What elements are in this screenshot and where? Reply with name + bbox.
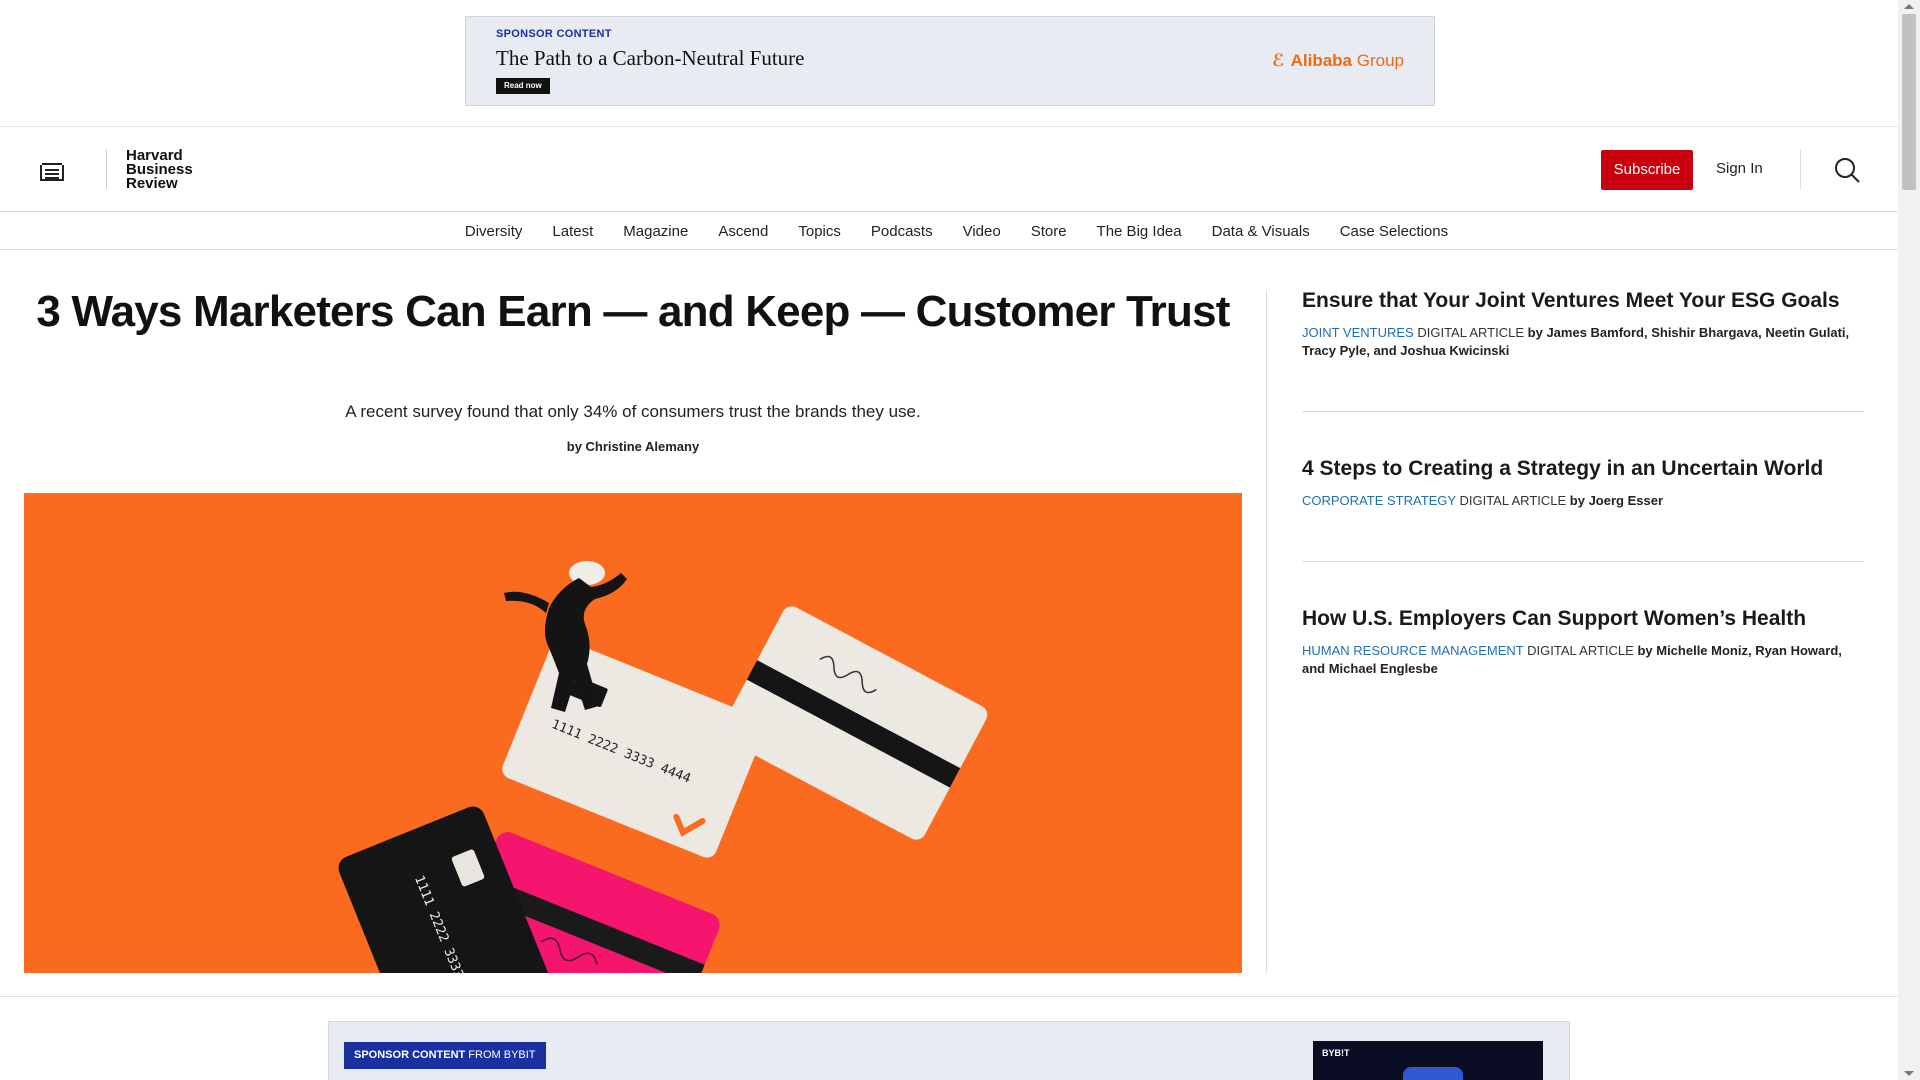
ad2-image[interactable]: BYB!T — [1313, 1041, 1543, 1080]
column-divider — [1266, 290, 1267, 973]
top-ad[interactable]: SPONSOR CONTENT The Path to a Carbon-Neu… — [465, 16, 1435, 106]
sidebar-divider — [1302, 411, 1864, 412]
ad2-graphic — [1403, 1067, 1463, 1080]
topic-tag[interactable]: Human Resource Management — [1302, 643, 1524, 658]
menu-icon-line — [45, 169, 59, 171]
topic-tag[interactable]: Corporate Strategy — [1302, 493, 1456, 508]
top-ad-band: SPONSOR CONTENT The Path to a Carbon-Neu… — [0, 0, 1898, 126]
menu-button[interactable] — [40, 163, 64, 183]
menu-icon-line — [45, 177, 59, 179]
search-icon — [1835, 158, 1860, 183]
alibaba-swoosh-icon: ℰ — [1272, 51, 1285, 70]
bottom-ad[interactable]: SPONSOR CONTENT FROM BYBIT BYB!T — [328, 1021, 1570, 1080]
related-article: How U.S. Employers Can Support Women’s H… — [1302, 606, 1864, 678]
ad-brand-logo[interactable]: ℰ Alibaba Group — [1272, 51, 1404, 71]
nav-item-podcasts[interactable]: Podcasts — [871, 223, 933, 240]
ad-headline[interactable]: The Path to a Carbon-Neutral Future — [496, 46, 805, 71]
related-article-title[interactable]: How U.S. Employers Can Support Women’s H… — [1302, 606, 1864, 632]
ad-read-now-button[interactable]: Read now — [496, 78, 550, 94]
primary-nav: Diversity Latest Magazine Ascend Topics … — [0, 211, 1898, 250]
related-article-meta: Human Resource Management Digital Articl… — [1302, 642, 1864, 678]
scroll-up-icon[interactable] — [1904, 4, 1914, 9]
related-article-meta: Corporate Strategy Digital Article by Jo… — [1302, 492, 1864, 510]
ad-brand-name: Alibaba — [1290, 51, 1353, 70]
ad2-label-suffix: FROM BYBIT — [468, 1049, 536, 1061]
ad2-brand-text: BYB!T — [1322, 1048, 1350, 1058]
nav-item-case-selections[interactable]: Case Selections — [1340, 223, 1448, 240]
related-article-title[interactable]: 4 Steps to Creating a Strategy in an Unc… — [1302, 456, 1864, 482]
nav-item-topics[interactable]: Topics — [798, 223, 841, 240]
hbr-logo[interactable]: Harvard Business Review — [126, 148, 206, 192]
nav-item-big-idea[interactable]: The Big Idea — [1097, 223, 1182, 240]
sign-in-link[interactable]: Sign In — [1716, 160, 1763, 177]
header-divider — [1800, 149, 1801, 189]
nav-item-data-visuals[interactable]: Data & Visuals — [1212, 223, 1310, 240]
search-button[interactable] — [1834, 157, 1860, 183]
nav-item-magazine[interactable]: Magazine — [623, 223, 688, 240]
scrollbar-thumb[interactable] — [1902, 14, 1916, 190]
related-article: 4 Steps to Creating a Strategy in an Unc… — [1302, 456, 1864, 510]
article-title[interactable]: 3 Ways Marketers Can Earn — and Keep — C… — [24, 288, 1242, 336]
white-card-front: 1111 2222 3333 4444 — [502, 638, 766, 858]
related-byline: by Joerg Esser — [1569, 493, 1664, 508]
ad2-label-text: SPONSOR CONTENT — [354, 1049, 466, 1061]
ad2-sponsor-label: SPONSOR CONTENT FROM BYBIT — [344, 1042, 546, 1069]
article-dek: A recent survey found that only 34% of c… — [345, 402, 921, 421]
nav-item-store[interactable]: Store — [1031, 223, 1067, 240]
article-type: Digital Article — [1527, 643, 1634, 658]
logo-divider — [106, 149, 107, 189]
article-byline[interactable]: by Christine Alemany — [24, 439, 1242, 454]
related-article-title[interactable]: Ensure that Your Joint Ventures Meet You… — [1302, 288, 1864, 314]
white-card-back — [720, 606, 988, 840]
nav-item-video[interactable]: Video — [963, 223, 1001, 240]
section-divider — [0, 996, 1898, 997]
related-article: Ensure that Your Joint Ventures Meet You… — [1302, 288, 1864, 360]
subscribe-button[interactable]: Subscribe — [1601, 150, 1693, 190]
related-article-meta: Joint Ventures Digital Article by James … — [1302, 324, 1864, 360]
sidebar-divider — [1302, 561, 1864, 562]
nav-item-latest[interactable]: Latest — [552, 223, 593, 240]
article-type: Digital Article — [1417, 325, 1525, 340]
logo-line: Review — [126, 175, 178, 192]
hero-image[interactable]: 1111 2222 3333 1111 2222 3333 4444 — [24, 493, 1242, 973]
nav-item-diversity[interactable]: Diversity — [465, 223, 523, 240]
nav-list: Diversity Latest Magazine Ascend Topics … — [0, 212, 1898, 250]
article-type: Digital Article — [1459, 493, 1567, 508]
credit-cards-illustration: 1111 2222 3333 1111 2222 3333 4444 — [338, 561, 988, 973]
site-header: Harvard Business Review Subscribe Sign I… — [0, 126, 1898, 211]
menu-icon-line — [45, 173, 59, 175]
scroll-down-icon[interactable] — [1904, 1071, 1914, 1076]
ad-brand-suffix: Group — [1356, 51, 1404, 70]
nav-item-ascend[interactable]: Ascend — [718, 223, 768, 240]
ad-sponsor-label: SPONSOR CONTENT — [496, 28, 612, 40]
topic-tag[interactable]: Joint Ventures — [1302, 325, 1414, 340]
page-scrollbar[interactable] — [1898, 0, 1920, 1080]
